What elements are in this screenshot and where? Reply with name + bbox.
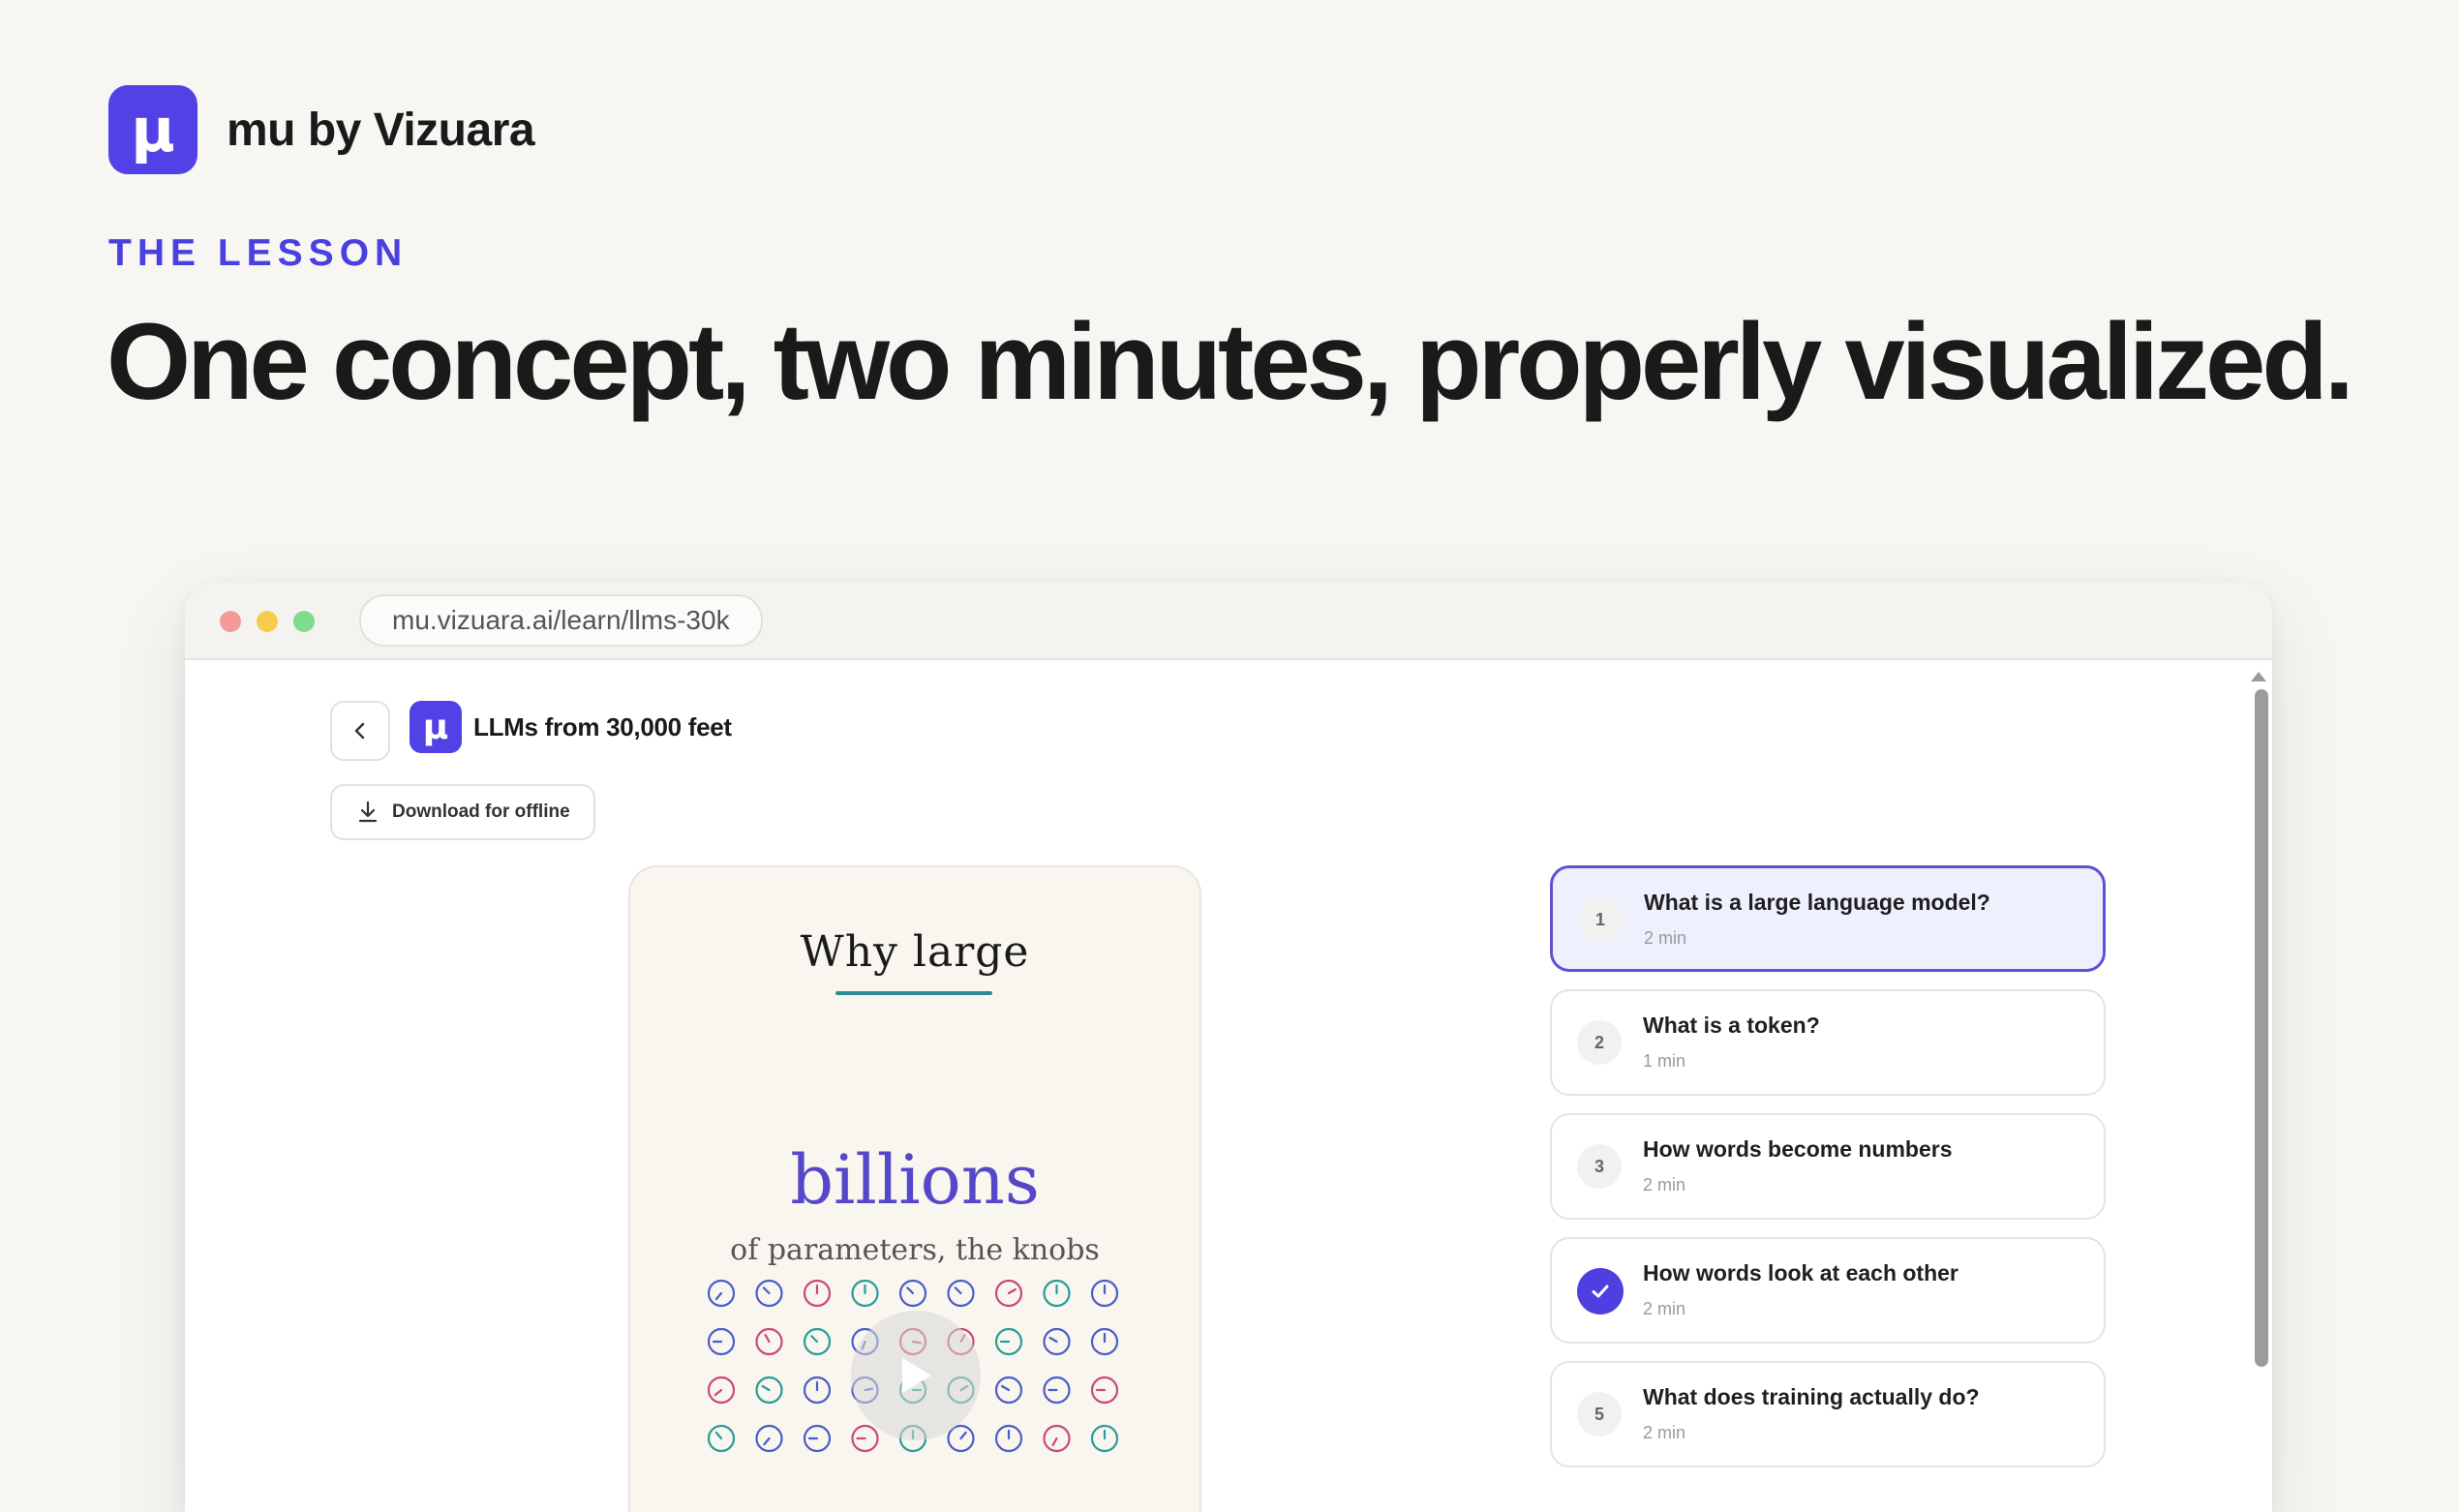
knob-icon — [708, 1376, 736, 1405]
knob-icon — [994, 1376, 1023, 1405]
lesson-item[interactable]: 5 What does training actually do? 2 min — [1550, 1361, 2106, 1467]
knob-icon — [708, 1424, 736, 1453]
knob-icon — [755, 1424, 783, 1453]
knob-icon — [755, 1376, 783, 1405]
page-viewport: μ LLMs from 30,000 feet Download for off… — [185, 660, 2272, 1512]
lesson-duration: 2 min — [1644, 928, 1687, 948]
knob-icon — [947, 1424, 975, 1453]
knob-icon — [994, 1327, 1023, 1356]
lesson-duration: 2 min — [1643, 1299, 1686, 1318]
lesson-item[interactable]: How words look at each other 2 min — [1550, 1237, 2106, 1344]
knob-icon — [947, 1280, 975, 1308]
lesson-item[interactable]: 2 What is a token? 1 min — [1550, 989, 2106, 1096]
knob-icon — [803, 1424, 832, 1453]
lesson-duration: 2 min — [1643, 1423, 1686, 1442]
scroll-up-arrow-icon[interactable] — [2251, 672, 2266, 681]
video-slide-title: Why large — [800, 927, 1030, 977]
address-bar[interactable]: mu.vizuara.ai/learn/llms-30k — [359, 594, 763, 647]
knob-icon — [1043, 1376, 1071, 1405]
knob-icon — [1043, 1424, 1071, 1453]
lesson-number: 1 — [1578, 897, 1623, 942]
completed-check-icon — [1577, 1268, 1624, 1315]
lesson-video-player[interactable]: Why large billions of parameters, the kn… — [628, 865, 1201, 1512]
knob-icon — [1090, 1376, 1119, 1405]
knob-icon — [851, 1424, 879, 1453]
knob-icon — [898, 1280, 927, 1308]
knob-icon — [755, 1280, 783, 1308]
course-title: LLMs from 30,000 feet — [473, 712, 732, 741]
page-headline: One concept, two minutes, properly visua… — [106, 301, 2354, 422]
lesson-number: 5 — [1577, 1392, 1622, 1436]
knob-icon — [803, 1376, 832, 1405]
knob-icon — [1043, 1280, 1071, 1308]
maximize-window-dot[interactable] — [293, 611, 315, 632]
scrollbar-thumb[interactable] — [2255, 689, 2268, 1367]
play-icon — [902, 1358, 931, 1393]
video-slide-highlight: billions — [790, 1140, 1040, 1220]
knob-icon — [851, 1280, 879, 1308]
knob-icon — [1090, 1327, 1119, 1356]
browser-window: mu.vizuara.ai/learn/llms-30k μ LLMs from… — [185, 583, 2272, 1512]
back-button[interactable] — [330, 701, 390, 761]
lesson-title: What is a large language model? — [1644, 890, 1990, 915]
lesson-list: 1 What is a large language model? 2 min 2 W… — [1550, 865, 2106, 1485]
knob-icon — [803, 1280, 832, 1308]
brand-name: mu by Vizuara — [227, 104, 535, 156]
download-icon — [358, 801, 378, 823]
knob-icon — [1090, 1280, 1119, 1308]
lesson-item[interactable]: 1 What is a large language model? 2 min — [1550, 865, 2106, 972]
title-underline — [835, 991, 992, 995]
chevron-left-icon — [354, 722, 365, 740]
lesson-duration: 2 min — [1643, 1175, 1686, 1194]
lesson-duration: 1 min — [1643, 1051, 1686, 1071]
knob-icon — [708, 1280, 736, 1308]
minimize-window-dot[interactable] — [257, 611, 278, 632]
knob-icon — [708, 1327, 736, 1356]
brand: μ mu by Vizuara — [108, 85, 535, 174]
download-offline-button[interactable]: Download for offline — [330, 784, 595, 840]
play-button[interactable] — [851, 1311, 981, 1440]
lesson-number: 2 — [1577, 1020, 1622, 1065]
lesson-title: What does training actually do? — [1643, 1384, 1980, 1409]
knob-icon — [994, 1424, 1023, 1453]
lesson-title: What is a token? — [1643, 1013, 1820, 1038]
browser-chrome: mu.vizuara.ai/learn/llms-30k — [185, 583, 2272, 660]
knob-icon — [755, 1327, 783, 1356]
knob-icon — [994, 1280, 1023, 1308]
course-logo-icon: μ — [410, 701, 462, 753]
address-bar-url: mu.vizuara.ai/learn/llms-30k — [392, 605, 730, 635]
video-slide-subtitle: of parameters, the knobs — [730, 1233, 1100, 1267]
brand-logo-icon: μ — [108, 85, 197, 174]
lesson-item[interactable]: 3 How words become numbers 2 min — [1550, 1113, 2106, 1220]
download-button-label: Download for offline — [392, 801, 570, 822]
close-window-dot[interactable] — [220, 611, 241, 632]
lesson-title: How words look at each other — [1643, 1260, 1958, 1285]
lesson-number: 3 — [1577, 1144, 1622, 1189]
section-eyebrow: THE LESSON — [108, 232, 409, 274]
knob-icon — [1043, 1327, 1071, 1356]
knob-icon — [803, 1327, 832, 1356]
lesson-title: How words become numbers — [1643, 1136, 1953, 1162]
knob-icon — [1090, 1424, 1119, 1453]
